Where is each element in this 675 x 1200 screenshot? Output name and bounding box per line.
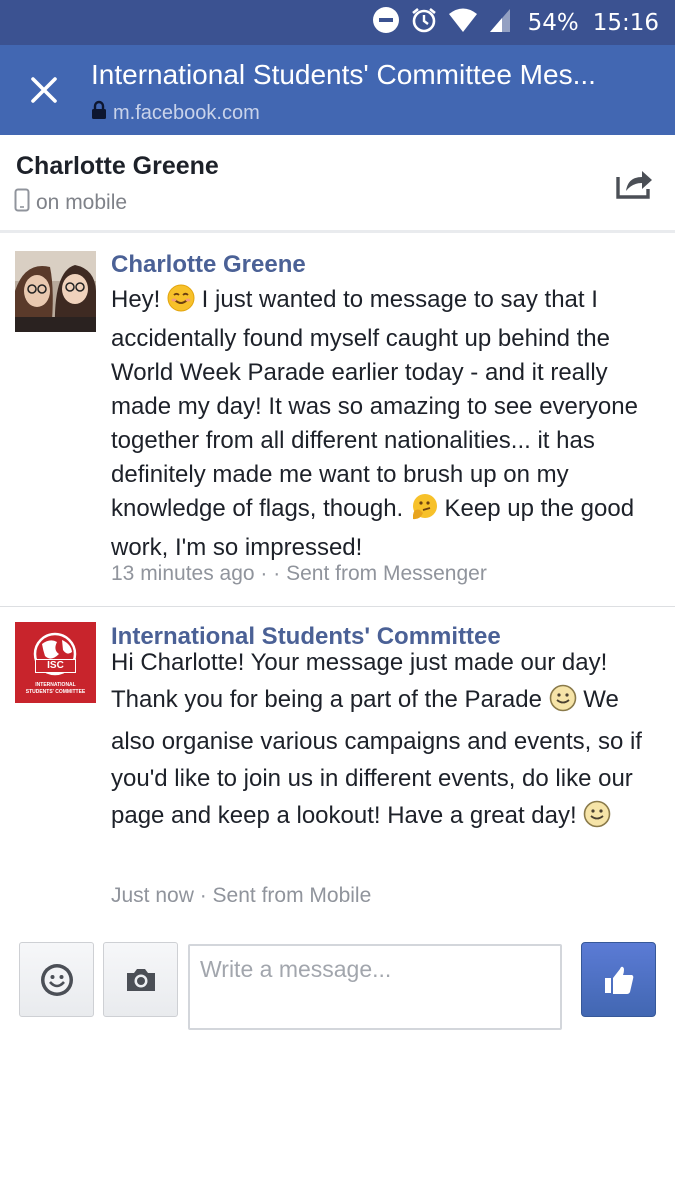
slight-smile-icon [583, 800, 611, 839]
like-button[interactable] [581, 942, 656, 1017]
camera-icon [126, 968, 155, 991]
status-bar: 54% 15:16 [0, 0, 675, 45]
slight-smile-icon [549, 684, 577, 723]
logo-line-1: INTERNATIONAL [35, 682, 76, 688]
page-url: m.facebook.com [91, 100, 260, 126]
status-icons: 54% 15:16 [372, 0, 659, 45]
message-text-part: Hey! [111, 286, 168, 313]
avatar[interactable] [15, 251, 96, 332]
smiling-face-icon [167, 284, 195, 322]
share-icon [616, 171, 652, 199]
lock-icon [91, 100, 107, 126]
clock-time: 15:16 [592, 9, 659, 36]
share-button[interactable] [614, 165, 654, 201]
wifi-icon [448, 7, 478, 38]
emoji-icon [40, 963, 73, 996]
presence-text: on mobile [36, 191, 128, 214]
conversation-header: Charlotte Greene on mobile [0, 135, 675, 233]
message-item: Charlotte Greene Hey! I just wanted to m… [0, 237, 675, 607]
url-text: m.facebook.com [113, 101, 260, 124]
message-item: ISC INTERNATIONAL STUDENTS' COMMITTEE In… [0, 608, 675, 918]
page-title: International Students' Committee Mes... [91, 59, 596, 90]
message-meta: 13 minutes ago · · Sent from Messenger [111, 562, 487, 585]
logo-isc: ISC [35, 659, 76, 673]
alarm-icon [410, 6, 438, 39]
message-text-part: Hi Charlotte! Your message just made our… [111, 649, 608, 713]
do-not-disturb-icon [372, 6, 400, 39]
message-composer [0, 942, 675, 1030]
thumbs-up-icon [604, 966, 633, 994]
logo-text: ISC INTERNATIONAL STUDENTS' COMMITTEE [15, 622, 96, 703]
message-text-part: I just wanted to message to say that I a… [111, 286, 638, 522]
thinking-face-icon [410, 493, 438, 531]
message-input[interactable] [188, 944, 562, 1030]
sender-name[interactable]: Charlotte Greene [111, 251, 306, 279]
browser-header: International Students' Committee Mes...… [0, 45, 675, 135]
close-button[interactable] [26, 72, 62, 108]
presence-status: on mobile [14, 188, 127, 218]
emoji-button[interactable] [19, 942, 94, 1017]
message-text: Hi Charlotte! Your message just made our… [111, 644, 666, 839]
mobile-phone-icon [14, 188, 30, 218]
cell-signal-icon [488, 7, 512, 38]
close-icon [31, 77, 57, 103]
camera-button[interactable] [103, 942, 178, 1017]
avatar[interactable]: ISC INTERNATIONAL STUDENTS' COMMITTEE [15, 622, 96, 703]
conversation-name[interactable]: Charlotte Greene [16, 152, 219, 181]
message-meta: Just now · Sent from Mobile [111, 884, 372, 907]
battery-percent: 54% [527, 9, 579, 36]
logo-line-2: STUDENTS' COMMITTEE [25, 689, 86, 695]
message-text: Hey! I just wanted to message to say tha… [111, 283, 666, 565]
